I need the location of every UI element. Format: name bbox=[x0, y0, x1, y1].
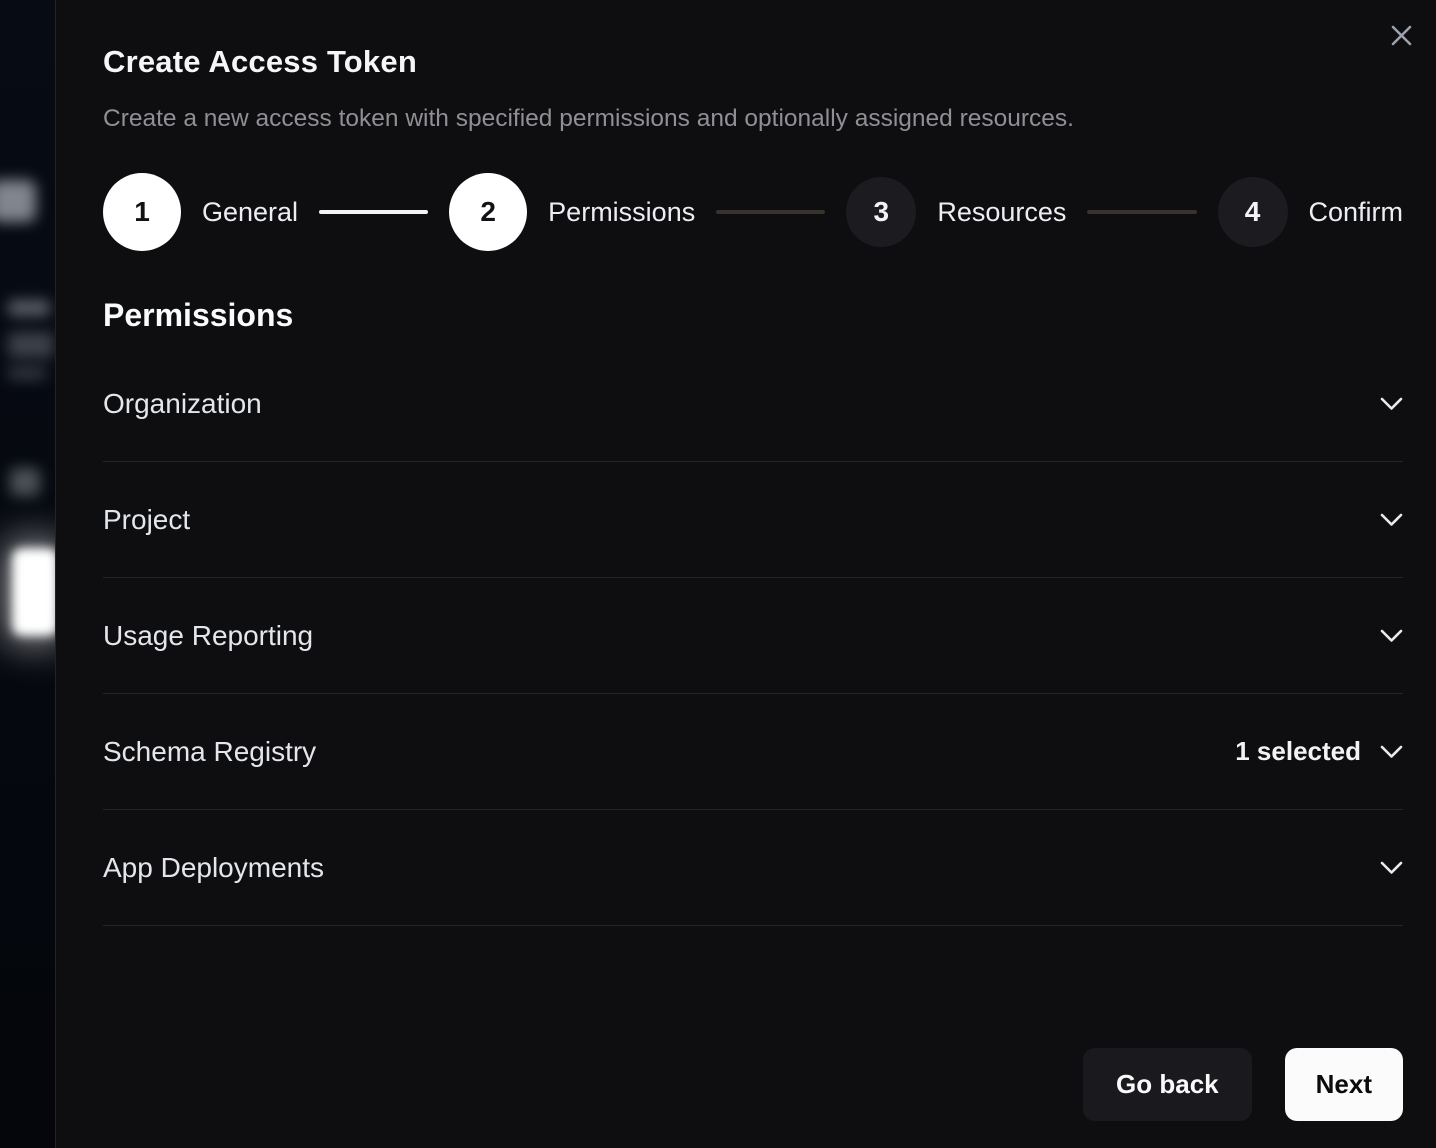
blurred-text-blob bbox=[8, 332, 54, 358]
step-connector bbox=[716, 210, 825, 214]
permission-section-controls bbox=[1380, 861, 1403, 875]
permission-section-label: Organization bbox=[103, 388, 262, 420]
permissions-accordion-list: Organization Project Usage Reporting bbox=[103, 346, 1403, 926]
dialog-subtitle: Create a new access token with specified… bbox=[103, 105, 1403, 133]
chevron-down-icon bbox=[1380, 629, 1403, 643]
permission-section-controls bbox=[1380, 629, 1403, 643]
step-number-circle: 1 bbox=[103, 173, 181, 251]
blurred-text-blob bbox=[8, 366, 46, 380]
step-number-circle: 2 bbox=[449, 173, 527, 251]
blurred-highlight-card bbox=[12, 548, 55, 636]
screen: Create Access Token Create a new access … bbox=[0, 0, 1436, 1148]
background-page-blurred bbox=[0, 0, 55, 1148]
step-label: General bbox=[202, 197, 298, 228]
chevron-down-icon bbox=[1380, 745, 1403, 759]
permission-section-controls bbox=[1380, 513, 1403, 527]
permission-section-label: App Deployments bbox=[103, 852, 324, 884]
step-connector bbox=[1087, 210, 1196, 214]
permission-section-app-deployments[interactable]: App Deployments bbox=[103, 810, 1403, 926]
chevron-down-icon bbox=[1380, 861, 1403, 875]
next-button[interactable]: Next bbox=[1285, 1048, 1403, 1121]
stepper-step-confirm[interactable]: 4 Confirm bbox=[1218, 177, 1404, 247]
blurred-icon-blob bbox=[10, 468, 40, 496]
permission-section-usage-reporting[interactable]: Usage Reporting bbox=[103, 578, 1403, 694]
permission-section-label: Project bbox=[103, 504, 190, 536]
selected-count-badge: 1 selected bbox=[1235, 736, 1361, 767]
stepper-step-general[interactable]: 1 General bbox=[103, 173, 298, 251]
permission-section-label: Usage Reporting bbox=[103, 620, 313, 652]
chevron-down-icon bbox=[1380, 513, 1403, 527]
step-connector bbox=[319, 210, 428, 214]
dialog-title: Create Access Token bbox=[103, 0, 1403, 80]
step-number-circle: 3 bbox=[846, 177, 916, 247]
permission-section-project[interactable]: Project bbox=[103, 462, 1403, 578]
permission-section-label: Schema Registry bbox=[103, 736, 316, 768]
permission-section-controls: 1 selected bbox=[1235, 736, 1403, 767]
chevron-down-icon bbox=[1380, 397, 1403, 411]
create-access-token-dialog: Create Access Token Create a new access … bbox=[55, 0, 1436, 1148]
permission-section-organization[interactable]: Organization bbox=[103, 346, 1403, 462]
step-section-heading: Permissions bbox=[103, 297, 1403, 334]
wizard-stepper: 1 General 2 Permissions 3 Resources 4 Co… bbox=[103, 173, 1403, 251]
step-label: Permissions bbox=[548, 197, 695, 228]
stepper-step-permissions[interactable]: 2 Permissions bbox=[449, 173, 695, 251]
step-label: Resources bbox=[937, 197, 1066, 228]
step-label: Confirm bbox=[1309, 197, 1404, 228]
blurred-text-blob bbox=[8, 300, 50, 316]
dialog-footer: Go back Next bbox=[1083, 1048, 1403, 1121]
step-number-circle: 4 bbox=[1218, 177, 1288, 247]
blurred-logo-blob bbox=[0, 180, 36, 222]
stepper-step-resources[interactable]: 3 Resources bbox=[846, 177, 1066, 247]
permission-section-schema-registry[interactable]: Schema Registry 1 selected bbox=[103, 694, 1403, 810]
go-back-button[interactable]: Go back bbox=[1083, 1048, 1252, 1121]
permission-section-controls bbox=[1380, 397, 1403, 411]
close-icon[interactable] bbox=[1384, 18, 1418, 52]
